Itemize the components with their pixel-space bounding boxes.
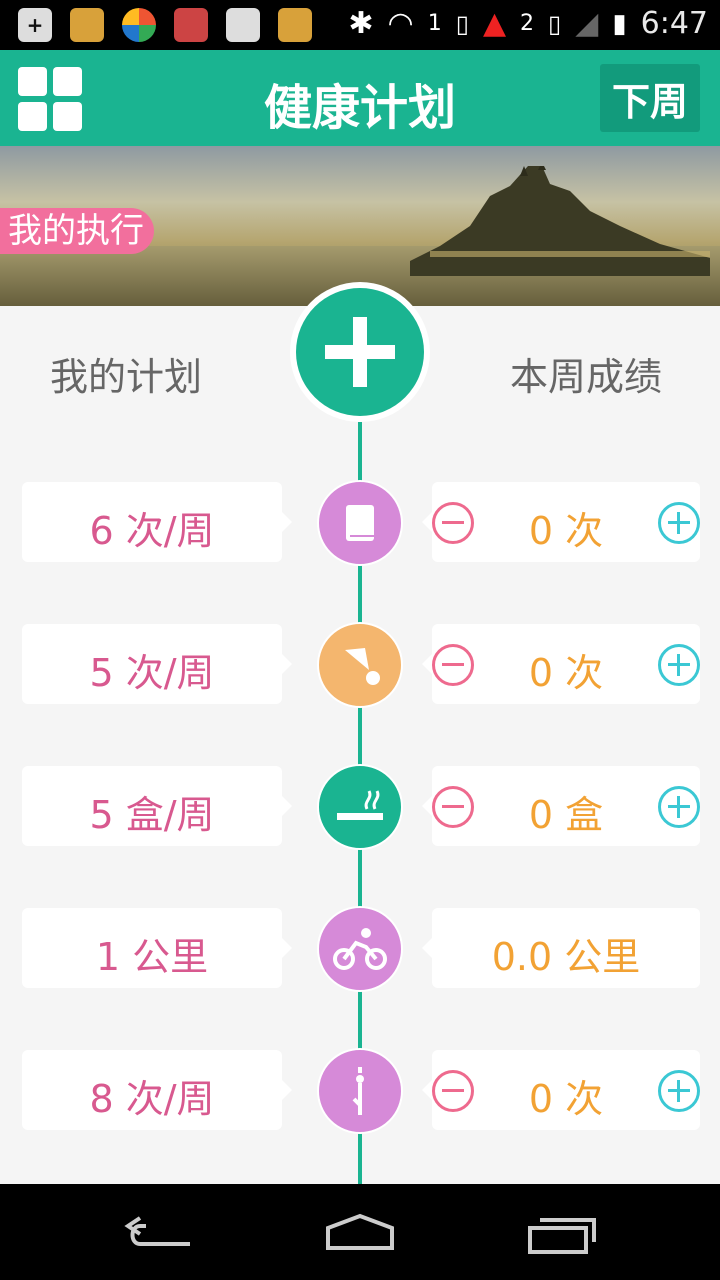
home-icon[interactable] [320, 1208, 400, 1258]
increase-button[interactable] [658, 1070, 700, 1112]
plan-value: 6 次/周 [89, 509, 215, 553]
clock: 6:47 [640, 6, 708, 41]
yoga-icon [317, 1048, 403, 1134]
cycling-icon [317, 906, 403, 992]
status-bar: + ✱ ◠ 1 ▯ ▲ 2 ▯ ◢ ▮ 6:47 [0, 0, 720, 50]
score-card: 0 次 [422, 482, 700, 562]
plan-card[interactable]: 6 次/周 [22, 482, 292, 562]
add-icon: + [18, 8, 52, 42]
plan-row: 8 次/周 0 次 [0, 1048, 720, 1134]
plan-card[interactable]: 1 公里 [22, 908, 292, 988]
notification-icons: + [18, 8, 312, 42]
next-week-button[interactable]: 下周 [600, 64, 700, 132]
signal-icon: ◢ [575, 6, 599, 41]
decrease-button[interactable] [432, 502, 474, 544]
sim1-icon: ▯ [455, 9, 469, 38]
badminton-icon [317, 622, 403, 708]
score-value: 0.0 公里 [491, 935, 641, 979]
system-nav-bar [0, 1184, 720, 1280]
sim1-label: 1 [427, 11, 442, 36]
back-icon[interactable] [120, 1208, 200, 1258]
system-icons: ✱ ◠ 1 ▯ ▲ 2 ▯ ◢ ▮ 6:47 [348, 6, 708, 41]
plan-row: 5 盒/周 0 盒 [0, 764, 720, 850]
score-column-title: 本周成绩 [510, 355, 663, 399]
score-value: 0 盒 [528, 793, 604, 837]
plan-content: 我的计划 本周成绩 6 次/周 0 次 5 次/周 0 次 5 盒/周 0 盒 … [0, 282, 720, 1192]
score-card: 0 次 [422, 1050, 700, 1130]
plan-value: 5 盒/周 [89, 793, 215, 837]
sogou-icon [70, 8, 104, 42]
decrease-button[interactable] [432, 1070, 474, 1112]
score-card: 0 次 [422, 624, 700, 704]
sim2-label: 2 [520, 11, 535, 36]
plan-row: 1 公里 0.0 公里 [0, 906, 720, 992]
sim2-icon: ▯ [548, 9, 562, 38]
score-card: 0.0 公里 [422, 908, 700, 988]
app-header: 健康计划 下周 [0, 50, 720, 146]
increase-button[interactable] [658, 786, 700, 828]
my-execution-tag[interactable]: 我的执行 [0, 208, 154, 254]
score-card: 0 盒 [422, 766, 700, 846]
increase-button[interactable] [658, 502, 700, 544]
ship-icon [226, 8, 260, 42]
score-value: 0 次 [528, 651, 604, 695]
wifi-icon: ◠ [387, 6, 414, 41]
bluetooth-icon: ✱ [348, 6, 374, 41]
battery-icon: ▮ [612, 8, 627, 39]
signal-tool-icon [174, 8, 208, 42]
plan-card[interactable]: 5 盒/周 [22, 766, 292, 846]
plan-row: 6 次/周 0 次 [0, 480, 720, 566]
decrease-button[interactable] [432, 644, 474, 686]
decrease-button[interactable] [432, 786, 474, 828]
cigarette-icon [317, 764, 403, 850]
score-value: 0 次 [528, 1077, 604, 1121]
plan-value: 1 公里 [95, 935, 209, 979]
increase-button[interactable] [658, 644, 700, 686]
add-plan-wrapper [290, 282, 430, 422]
add-plan-button[interactable] [296, 288, 424, 416]
plan-value: 5 次/周 [89, 651, 215, 695]
plan-card[interactable]: 8 次/周 [22, 1050, 292, 1130]
book-icon [317, 480, 403, 566]
browser-icon [122, 8, 156, 42]
plan-value: 8 次/周 [89, 1077, 215, 1121]
castle-island-image [410, 166, 710, 276]
sogou-icon-2 [278, 8, 312, 42]
score-value: 0 次 [528, 509, 604, 553]
recent-apps-icon[interactable] [524, 1208, 604, 1258]
plan-row: 5 次/周 0 次 [0, 622, 720, 708]
plan-card[interactable]: 5 次/周 [22, 624, 292, 704]
alert-icon: ▲ [482, 6, 507, 41]
plan-column-title: 我的计划 [50, 355, 203, 399]
